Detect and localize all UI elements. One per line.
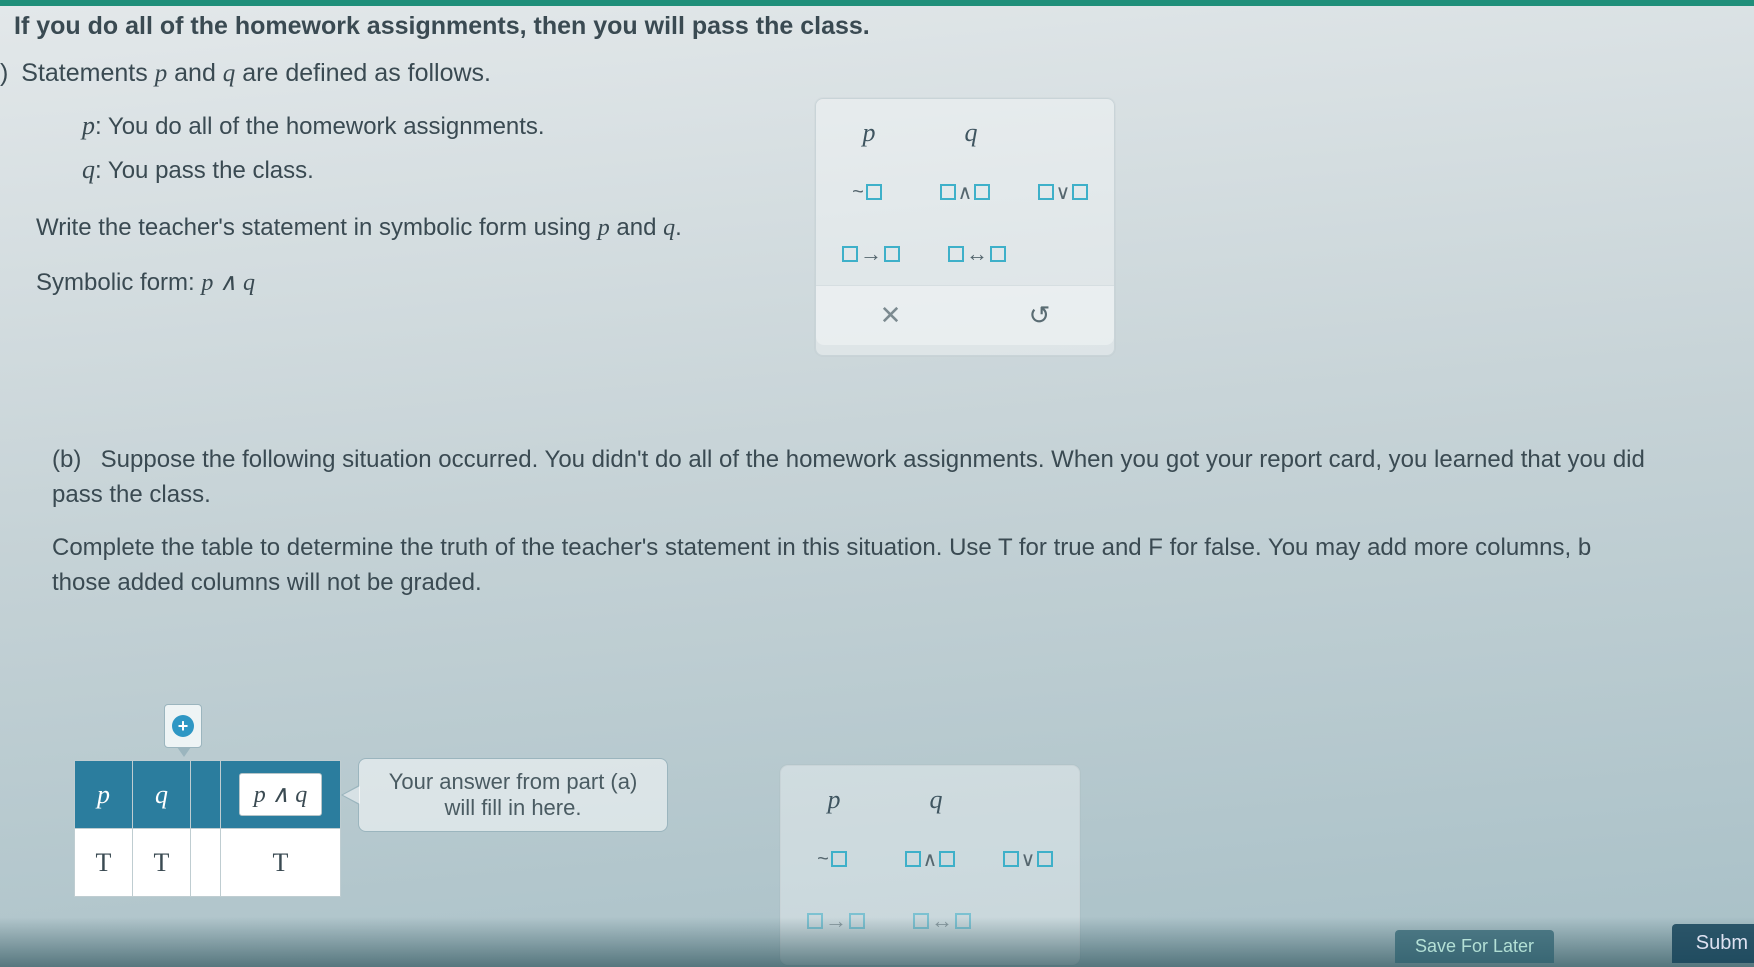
reset-button[interactable]: ↺ <box>1020 296 1060 336</box>
part-b: (b) Suppose the following situation occu… <box>0 437 1754 600</box>
cell-spacer <box>191 829 221 897</box>
expr-badge: p ∧ q <box>239 773 323 816</box>
save-for-later-button[interactable]: Save For Later <box>1395 930 1554 963</box>
cond-symbol: → <box>860 241 882 267</box>
placeholder-icon <box>905 851 921 867</box>
placeholder-icon <box>866 184 882 200</box>
part-b-text-2b: those added columns will not be graded. <box>52 569 482 596</box>
operator-toolbox-a: p q ~ ∧ ∨ → ↔ ✕ ↺ <box>815 98 1115 356</box>
tool-p[interactable]: p <box>803 785 865 815</box>
placeholder-icon <box>1037 851 1053 867</box>
symform-value[interactable]: p ∧ q <box>201 270 255 296</box>
truth-table: p q p ∧ q T T T <box>74 760 341 897</box>
and-symbol: ∧ <box>923 847 938 872</box>
table-row: T T T <box>75 829 341 897</box>
x-icon: ✕ <box>880 300 902 331</box>
part-a-label: ) <box>0 59 8 88</box>
placeholder-icon <box>831 851 847 867</box>
placeholder-icon <box>1072 184 1088 200</box>
intro-text-2: are defined as follows. <box>235 59 491 87</box>
instr-and: and <box>610 214 663 241</box>
instr-1: Write the teacher's statement in symboli… <box>36 214 598 241</box>
var-q: q <box>223 60 236 87</box>
plus-icon: + <box>172 715 194 737</box>
hdr-expr[interactable]: p ∧ q <box>221 761 341 829</box>
placeholder-icon <box>1038 184 1054 200</box>
instr-q: q <box>663 215 675 241</box>
tool-q[interactable]: q <box>940 118 1002 148</box>
table-header-row: p q p ∧ q <box>75 761 341 829</box>
p-label: p <box>82 111 95 140</box>
symform-label: Symbolic form: <box>36 269 201 296</box>
answer-callout: Your answer from part (a) will fill in h… <box>358 758 668 832</box>
placeholder-icon <box>1003 851 1019 867</box>
placeholder-icon <box>990 246 1006 262</box>
tool-and[interactable]: ∧ <box>901 842 959 876</box>
or-symbol: ∨ <box>1021 847 1036 872</box>
undo-icon: ↺ <box>1029 300 1051 331</box>
placeholder-icon <box>884 246 900 262</box>
tool-or[interactable]: ∨ <box>999 842 1057 876</box>
and-symbol: ∧ <box>958 180 973 205</box>
tool-q[interactable]: q <box>905 785 967 815</box>
intro-text-1: Statements <box>21 59 154 87</box>
add-column-button[interactable]: + <box>164 704 202 748</box>
hdr-spacer <box>191 761 221 829</box>
placeholder-icon <box>948 246 964 262</box>
p-text: : You do all of the homework assignments… <box>95 113 545 140</box>
var-p: p <box>155 60 168 87</box>
q-label: q <box>82 155 95 184</box>
submit-button[interactable]: Subm <box>1672 924 1754 963</box>
or-symbol: ∨ <box>1056 180 1071 205</box>
cell-p[interactable]: T <box>75 829 133 897</box>
tool-and[interactable]: ∧ <box>936 175 994 209</box>
clear-button[interactable]: ✕ <box>871 296 911 336</box>
cell-expr[interactable]: T <box>221 829 341 897</box>
tool-p[interactable]: p <box>838 118 900 148</box>
instr-p: p <box>598 215 610 241</box>
hdr-q: q <box>133 761 191 829</box>
truth-table-wrapper: + p q p ∧ q T T T <box>74 760 341 897</box>
tool-or[interactable]: ∨ <box>1034 175 1092 209</box>
tool-conditional[interactable]: → <box>838 237 904 271</box>
part-b-label: (b) <box>52 443 94 478</box>
tool-not[interactable]: ~ <box>838 175 896 209</box>
intro-text-and: and <box>167 59 223 87</box>
not-symbol: ~ <box>852 181 864 204</box>
instr-end: . <box>675 214 682 241</box>
placeholder-icon <box>939 851 955 867</box>
tool-not[interactable]: ~ <box>803 842 861 876</box>
placeholder-icon <box>974 184 990 200</box>
premise-statement: If you do all of the homework assignment… <box>0 12 1754 59</box>
part-b-text-1: Suppose the following situation occurred… <box>101 446 1645 473</box>
q-text: : You pass the class. <box>95 157 314 184</box>
placeholder-icon <box>940 184 956 200</box>
bicond-symbol: ↔ <box>966 241 988 267</box>
not-symbol: ~ <box>817 848 829 871</box>
tool-biconditional[interactable]: ↔ <box>944 237 1010 271</box>
part-b-text-1b: pass the class. <box>52 481 211 508</box>
cell-q[interactable]: T <box>133 829 191 897</box>
hdr-p: p <box>75 761 133 829</box>
placeholder-icon <box>842 246 858 262</box>
part-b-text-2: Complete the table to determine the trut… <box>52 534 1591 561</box>
